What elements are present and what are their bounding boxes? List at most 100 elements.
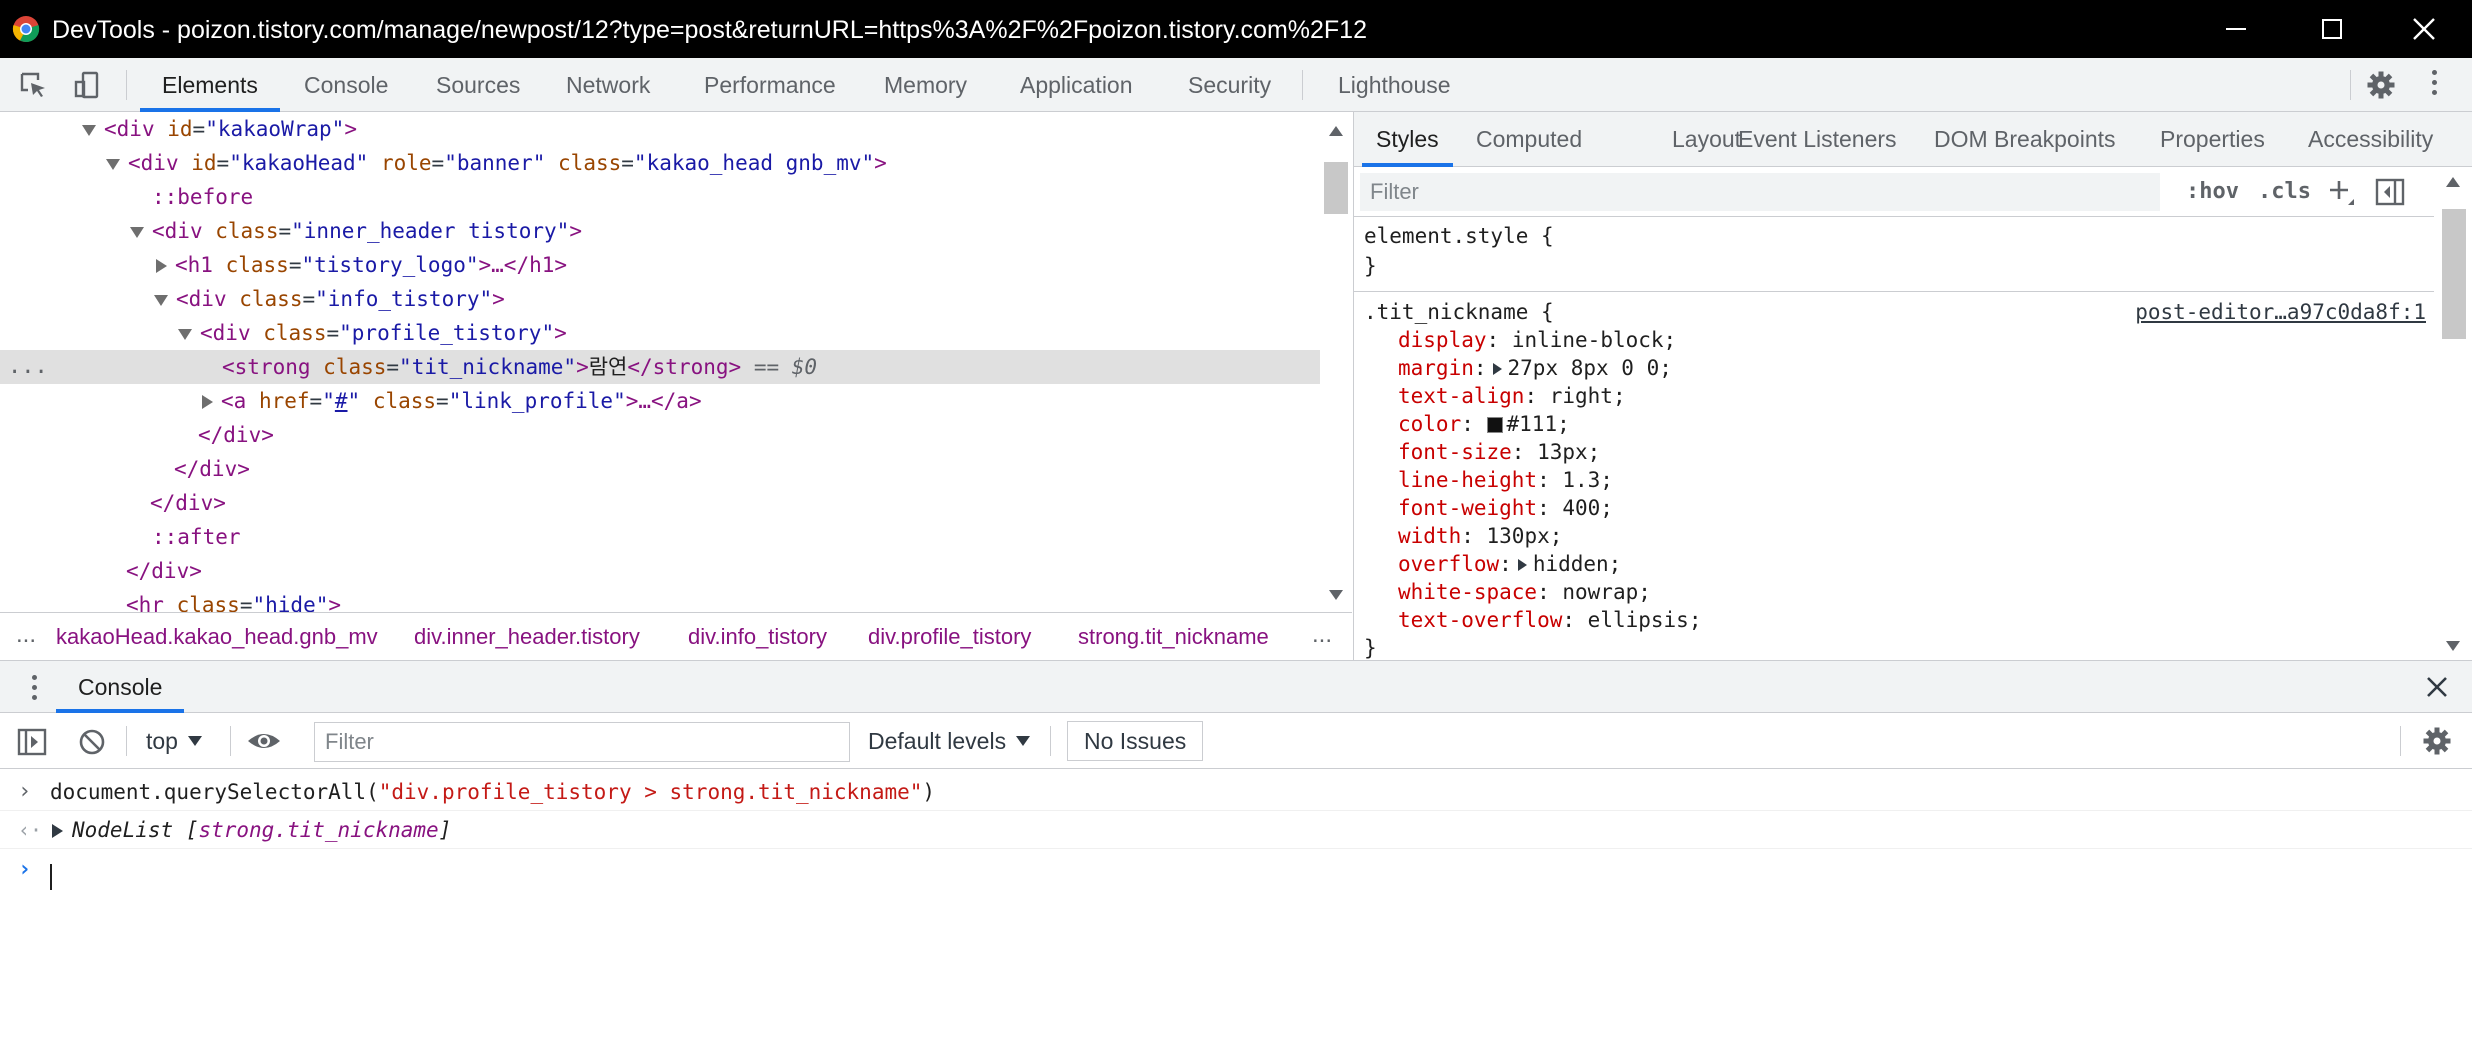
- expand-toggle-icon[interactable]: [130, 226, 144, 238]
- css-declaration[interactable]: text-align: right;: [1364, 382, 1626, 410]
- issues-button[interactable]: No Issues: [1067, 721, 1204, 761]
- dom-node-kakaowrap[interactable]: <div id="kakaoWrap">: [0, 112, 1320, 146]
- expand-toggle-icon[interactable]: [106, 158, 120, 170]
- css-declaration[interactable]: color: #111;: [1364, 410, 1570, 438]
- dom-node-after-pseudo[interactable]: ::after: [0, 520, 1320, 554]
- live-expression-button[interactable]: [246, 725, 282, 757]
- css-declaration[interactable]: text-overflow: ellipsis;: [1364, 606, 1701, 634]
- new-style-rule-button[interactable]: [2324, 175, 2358, 209]
- dom-node-profile-tistory[interactable]: <div class="profile_tistory">: [0, 316, 1320, 350]
- console-result-message[interactable]: ‹· NodeList [strong.tit_nickname]: [0, 811, 2472, 849]
- expand-shorthand-icon[interactable]: [1517, 559, 1527, 571]
- row-more-dots[interactable]: ...: [8, 350, 48, 384]
- breadcrumb-item[interactable]: div.inner_header.tistory: [414, 613, 640, 660]
- breadcrumb-item[interactable]: div.info_tistory: [688, 613, 827, 660]
- rule-selector[interactable]: .tit_nickname {: [1364, 298, 1554, 326]
- drawer-close-button[interactable]: [2424, 674, 2450, 700]
- expand-toggle-icon[interactable]: [178, 328, 192, 340]
- tab-sources[interactable]: Sources: [436, 58, 520, 112]
- dom-node-inner-header[interactable]: <div class="inner_header tistory">: [0, 214, 1320, 248]
- tab-event-listeners[interactable]: Event Listeners: [1738, 112, 1897, 167]
- collapse-toggle-icon[interactable]: [156, 259, 167, 273]
- dom-node-link-profile[interactable]: <a href="#" class="link_profile">…</a>: [0, 384, 1320, 418]
- tab-security[interactable]: Security: [1188, 58, 1271, 112]
- scroll-down-arrow-icon[interactable]: [1329, 590, 1343, 600]
- console-settings-button[interactable]: [2422, 726, 2452, 756]
- expand-toggle-icon[interactable]: [154, 294, 168, 306]
- console-filter-input[interactable]: [314, 722, 850, 762]
- css-declaration[interactable]: overflow: hidden;: [1364, 550, 1621, 578]
- rule-selector[interactable]: element.style {: [1364, 222, 1554, 250]
- dom-node-info-tistory[interactable]: <div class="info_tistory">: [0, 282, 1320, 316]
- more-options-button[interactable]: [2418, 68, 2452, 102]
- breadcrumb-item[interactable]: kakaoHead.kakao_head.gnb_mv: [56, 613, 396, 660]
- css-declaration[interactable]: white-space: nowrap;: [1364, 578, 1651, 606]
- result-expand-toggle[interactable]: [52, 811, 71, 849]
- drawer-tab-console[interactable]: Console: [55, 661, 185, 713]
- css-declaration[interactable]: width: 130px;: [1364, 522, 1562, 550]
- tab-dom-breakpoints[interactable]: DOM Breakpoints: [1934, 112, 2116, 167]
- maximize-button[interactable]: [2282, 0, 2382, 58]
- tab-properties[interactable]: Properties: [2160, 112, 2265, 167]
- tab-network[interactable]: Network: [566, 58, 650, 112]
- tab-memory[interactable]: Memory: [884, 58, 967, 112]
- minimize-button[interactable]: [2186, 0, 2286, 58]
- device-toolbar-button[interactable]: [70, 68, 104, 102]
- tab-layout[interactable]: Layout: [1672, 112, 1741, 167]
- tab-accessibility[interactable]: Accessibility: [2308, 112, 2433, 167]
- css-declaration[interactable]: font-weight: 400;: [1364, 494, 1613, 522]
- close-window-button[interactable]: [2374, 0, 2472, 58]
- scroll-up-arrow-icon[interactable]: [1329, 126, 1343, 136]
- styles-scrollbar[interactable]: [2434, 167, 2472, 660]
- breadcrumb-more-right[interactable]: ...: [1312, 613, 1332, 657]
- collapse-toggle-icon[interactable]: [202, 395, 213, 409]
- dom-node-tistory-logo[interactable]: <h1 class="tistory_logo">…</h1>: [0, 248, 1320, 282]
- tab-styles[interactable]: Styles: [1362, 112, 1453, 167]
- scrollbar-thumb[interactable]: [1324, 162, 1348, 214]
- settings-button[interactable]: [2364, 68, 2398, 102]
- dom-node-before-pseudo[interactable]: ::before: [0, 180, 1320, 214]
- dom-node-closing-div[interactable]: </div>: [0, 418, 1320, 452]
- sidebar-toggle-button[interactable]: [16, 726, 48, 758]
- cls-toggle[interactable]: .cls: [2258, 167, 2311, 217]
- drawer-menu-icon[interactable]: [32, 675, 38, 705]
- breadcrumb-item-active[interactable]: strong.tit_nickname: [1078, 613, 1269, 660]
- dom-node-closing-div[interactable]: </div>: [0, 554, 1320, 588]
- expand-toggle-icon[interactable]: [82, 124, 96, 136]
- color-swatch[interactable]: [1486, 417, 1503, 433]
- tab-console[interactable]: Console: [304, 58, 388, 112]
- scroll-down-arrow-icon[interactable]: [2446, 641, 2460, 651]
- console-prompt[interactable]: ›: [0, 851, 2472, 890]
- css-declaration[interactable]: margin: 27px 8px 0 0;: [1364, 354, 1672, 382]
- log-levels-dropdown[interactable]: Default levels: [868, 713, 1031, 769]
- css-declaration[interactable]: font-size: 13px;: [1364, 438, 1600, 466]
- dom-node-tit-nickname-selected[interactable]: ... <strong class="tit_nickname">람연</stro…: [0, 350, 1320, 384]
- input-chevron-icon: ›: [18, 779, 32, 804]
- scroll-up-arrow-icon[interactable]: [2446, 177, 2460, 187]
- dom-node-hr-hide[interactable]: <hr class="hide">: [0, 588, 1320, 612]
- clear-console-button[interactable]: [76, 726, 108, 758]
- hov-toggle[interactable]: :hov: [2186, 167, 2239, 217]
- rule-source-link[interactable]: post-editor…a97c0da8f:1: [2135, 298, 2426, 326]
- expand-shorthand-icon[interactable]: [1492, 363, 1502, 375]
- dom-node-kakaohead[interactable]: <div id="kakaoHead" role="banner" class=…: [0, 146, 1320, 180]
- dom-tree-scrollbar[interactable]: [1320, 112, 1352, 612]
- tab-application[interactable]: Application: [1020, 58, 1133, 112]
- tab-lighthouse[interactable]: Lighthouse: [1338, 58, 1451, 112]
- dom-node-closing-div[interactable]: </div>: [0, 486, 1320, 520]
- inspect-element-button[interactable]: [16, 68, 50, 102]
- dom-node-closing-div[interactable]: </div>: [0, 452, 1320, 486]
- css-declaration[interactable]: display: inline-block;: [1364, 326, 1676, 354]
- breadcrumb-item[interactable]: div.profile_tistory: [868, 613, 1031, 660]
- toggle-sidebar-button[interactable]: [2374, 176, 2406, 208]
- css-declaration[interactable]: line-height: 1.3;: [1364, 466, 1613, 494]
- context-selector[interactable]: top: [146, 713, 202, 769]
- styles-filter-input[interactable]: [1360, 173, 2160, 211]
- tab-elements[interactable]: Elements: [140, 58, 280, 112]
- console-input-message[interactable]: › document.querySelectorAll("div.profile…: [0, 773, 2472, 811]
- breadcrumb-more[interactable]: ...: [16, 613, 36, 657]
- tab-computed[interactable]: Computed: [1476, 112, 1582, 167]
- expand-toggle-icon[interactable]: [52, 824, 63, 838]
- tab-performance[interactable]: Performance: [704, 58, 836, 112]
- scrollbar-thumb[interactable]: [2442, 209, 2466, 339]
